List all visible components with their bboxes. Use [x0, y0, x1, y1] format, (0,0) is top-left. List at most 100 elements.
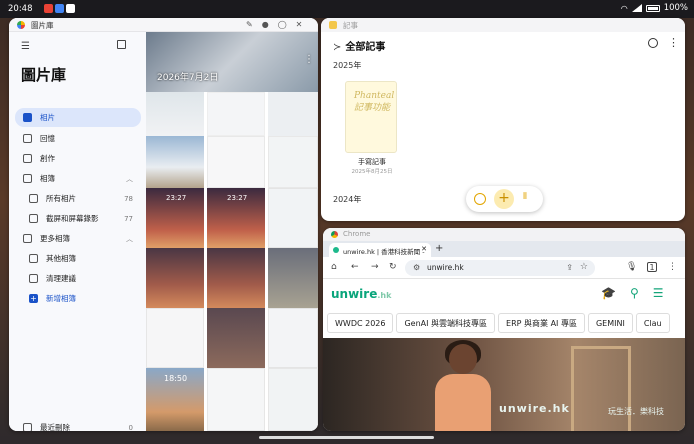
forward-icon[interactable]: →: [371, 262, 379, 272]
education-icon[interactable]: 🎓: [601, 286, 616, 300]
share-icon[interactable]: ⇪: [566, 263, 573, 272]
album-icon: [23, 174, 32, 183]
favicon-icon: [333, 247, 339, 253]
site-logo-text: unwire: [331, 287, 378, 301]
photo-thumbnail[interactable]: [207, 308, 265, 368]
handwriting-preview: Phanteal 記事功能: [354, 91, 395, 113]
notification-icons: [44, 4, 75, 13]
home-indicator[interactable]: [259, 436, 434, 439]
search-icon[interactable]: ⚲: [630, 286, 639, 300]
album-count: 77: [124, 214, 133, 223]
photo-thumbnail[interactable]: [146, 32, 318, 92]
photo-thumbnail[interactable]: [146, 92, 204, 136]
category-tag[interactable]: WWDC 2026: [327, 313, 394, 333]
notification-app-icon: [66, 4, 75, 13]
sidebar-item-other-albums[interactable]: 其他相簿: [15, 249, 141, 268]
category-tag[interactable]: GenAI 與雲端科技專區: [396, 313, 496, 333]
thumbnail-clock: 18:50: [164, 374, 188, 383]
chevron-up-icon[interactable]: ︿: [126, 234, 133, 244]
photo-thumbnail[interactable]: [268, 92, 318, 136]
photo-thumbnail[interactable]: [268, 136, 318, 188]
sidebar-item-all-photos[interactable]: 所有相片 78: [15, 189, 141, 208]
minimize-icon[interactable]: ●: [262, 20, 269, 29]
photo-thumbnail[interactable]: [207, 248, 265, 308]
photo-thumbnail[interactable]: [268, 188, 318, 248]
pen-icon[interactable]: [474, 193, 486, 205]
reload-icon[interactable]: ↻: [389, 262, 397, 272]
trash-icon: [23, 423, 32, 431]
more-options-icon[interactable]: ⋮: [668, 36, 679, 49]
note-title: 手寫記事: [358, 158, 386, 166]
status-icons: ◠ 100%: [621, 3, 688, 13]
more-options-icon[interactable]: ⋮: [304, 54, 314, 65]
back-icon[interactable]: ←: [351, 262, 359, 272]
sidebar-item-photos[interactable]: 相片: [15, 108, 141, 127]
home-icon[interactable]: ⌂: [331, 262, 337, 272]
photo-thumbnail[interactable]: [207, 92, 265, 136]
sidebar-item-new-album[interactable]: + 新增相簿: [15, 289, 141, 308]
address-bar[interactable]: ⚙ unwire.hk ⇪ ☆: [405, 260, 595, 276]
page-title: 圖片庫: [21, 66, 67, 84]
status-bar: 20:48 ◠ 100%: [0, 0, 694, 18]
bookmark-star-icon[interactable]: ☆: [580, 262, 588, 272]
photo-thumbnail[interactable]: [207, 136, 265, 188]
close-icon[interactable]: ✕: [296, 20, 303, 29]
category-tag[interactable]: GEMINI: [587, 313, 633, 333]
sidebar-toggle-icon[interactable]: ≻: [333, 42, 341, 53]
person-graphic: [435, 340, 491, 431]
sidebar-item-cleanup[interactable]: 清理建議: [15, 269, 141, 288]
screenshot-icon: [29, 214, 38, 223]
sidebar-item-create[interactable]: 創作: [15, 149, 141, 168]
gallery-title-bar[interactable]: 圖片庫 ✎ ● ◯ ✕: [9, 18, 318, 32]
photo-thumbnail[interactable]: 18:50: [146, 368, 204, 431]
tab-count-icon[interactable]: 1: [647, 262, 657, 272]
sidebar-item-label: 相簿: [40, 174, 55, 183]
photo-thumbnail[interactable]: 23:27: [207, 188, 265, 248]
menu-collapse-icon[interactable]: ☰: [21, 41, 30, 52]
maximize-icon[interactable]: ◯: [278, 20, 287, 29]
photo-thumbnail[interactable]: [268, 248, 318, 308]
sidebar-item-screenshots[interactable]: 截屏和屏幕錄影 77: [15, 209, 141, 228]
photo-thumbnail[interactable]: [146, 136, 204, 188]
photo-thumbnail[interactable]: [146, 308, 204, 368]
notes-title-bar[interactable]: 記事: [321, 18, 685, 32]
note-card[interactable]: Phanteal 記事功能: [345, 81, 397, 153]
sidebar-item-label: 清理建議: [46, 274, 76, 283]
sidebar-item-label: 其他相簿: [46, 254, 76, 263]
sidebar-item-memories[interactable]: 回憶: [15, 129, 141, 148]
pin-icon[interactable]: ✎: [246, 20, 253, 29]
sidebar-item-label: 新增相簿: [46, 294, 76, 303]
sidebar-item-label: 所有相片: [46, 194, 76, 203]
voice-icon[interactable]: ⦀: [523, 192, 527, 202]
category-tag[interactable]: ERP 與商業 AI 專區: [498, 313, 585, 333]
photo-thumbnail[interactable]: [268, 308, 318, 368]
tab-unwire[interactable]: unwire.hk | 香港科技新聞 - ✕: [329, 243, 431, 257]
chevron-up-icon[interactable]: ︿: [126, 174, 133, 184]
hero-image[interactable]: unwire.hk 玩生活．樂科技: [323, 338, 685, 431]
sidebar-item-more-albums[interactable]: 更多相簿 ︿: [15, 229, 141, 248]
status-time: 20:48: [8, 4, 33, 14]
microphone-icon[interactable]: 🎙: [626, 262, 637, 272]
category-tag[interactable]: Clau: [635, 313, 670, 333]
chrome-app-icon: [331, 231, 338, 238]
site-settings-icon[interactable]: ⚙: [413, 263, 420, 272]
chrome-title-bar[interactable]: Chrome: [323, 228, 685, 241]
sidebar-item-recently-deleted[interactable]: 最近刪除 0: [15, 418, 141, 431]
edit-icon[interactable]: [117, 40, 126, 49]
close-tab-icon[interactable]: ✕: [421, 245, 427, 253]
wifi-icon: ◠: [620, 3, 628, 13]
gallery-window-title: 圖片庫: [31, 21, 54, 30]
more-options-icon[interactable]: ⋮: [668, 262, 677, 272]
photo-thumbnail[interactable]: [146, 248, 204, 308]
sidebar-item-albums[interactable]: 相簿 ︿: [15, 169, 141, 188]
search-icon[interactable]: [648, 38, 658, 48]
photo-thumbnail[interactable]: [268, 368, 318, 431]
photo-thumbnail[interactable]: 23:27: [146, 188, 204, 248]
site-logo[interactable]: unwire.hk: [331, 287, 391, 301]
add-note-button[interactable]: +: [494, 189, 514, 209]
photo-thumbnail[interactable]: [207, 368, 265, 431]
add-icon: +: [29, 294, 38, 303]
new-tab-button[interactable]: +: [435, 243, 443, 254]
menu-icon[interactable]: ☰: [653, 286, 664, 300]
tab-title: unwire.hk | 香港科技新聞 -: [343, 248, 425, 256]
